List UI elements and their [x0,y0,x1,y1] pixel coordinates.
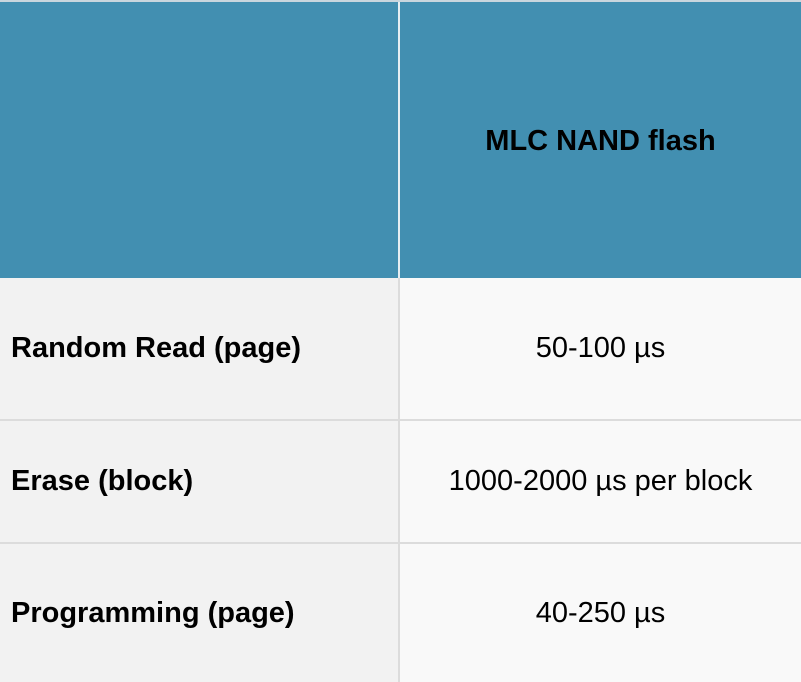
table-row: Random Read (page) 50-100 µs [0,278,801,421]
row-value-random-read: 50-100 µs [400,278,801,419]
table-row: Programming (page) 40-250 µs [0,544,801,682]
header-corner-cell [0,2,400,278]
comparison-table: MLC NAND flash Random Read (page) 50-100… [0,0,801,682]
table-row: Erase (block) 1000-2000 µs per block [0,421,801,544]
row-value-erase: 1000-2000 µs per block [400,421,801,542]
row-label-programming: Programming (page) [0,544,400,682]
row-label-erase: Erase (block) [0,421,400,542]
table-header-row: MLC NAND flash [0,2,801,278]
row-value-programming: 40-250 µs [400,544,801,682]
column-header-mlc-nand-flash: MLC NAND flash [485,124,716,157]
row-label-random-read: Random Read (page) [0,278,400,419]
